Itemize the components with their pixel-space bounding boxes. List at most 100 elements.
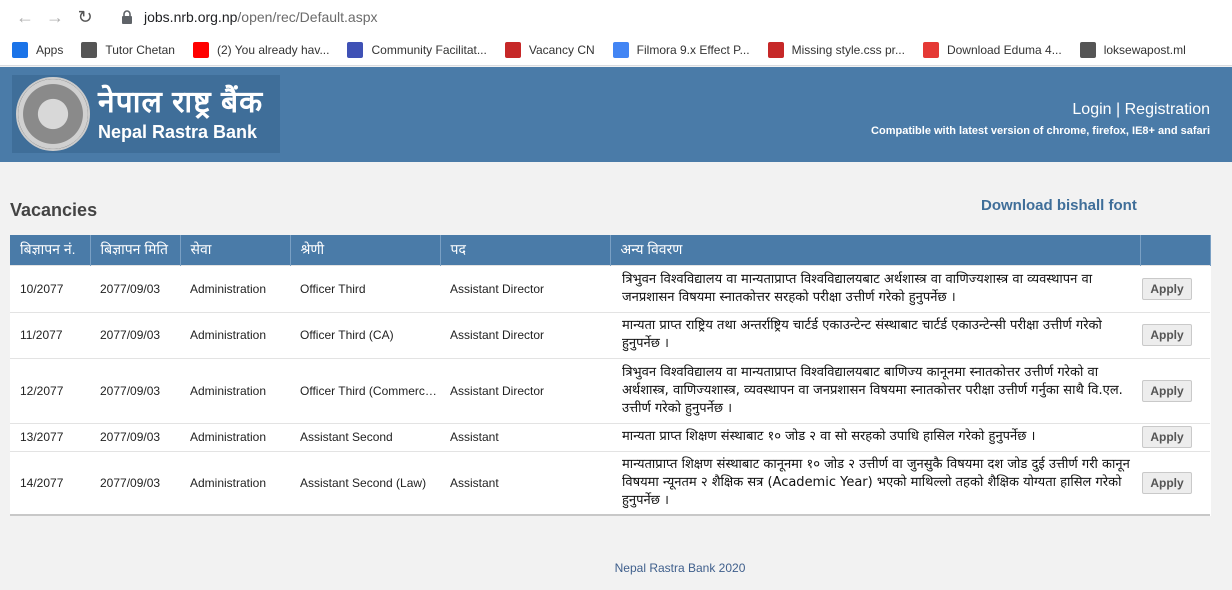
bookmark-label: Download Eduma 4... [946,42,1062,57]
shield-icon [347,41,364,58]
cell-details: मान्यता प्राप्त शिक्षण संस्थाबाट १० जोड … [610,422,1140,451]
cell-action: Apply [1140,450,1210,515]
cell-level: Assistant Second [290,422,440,451]
auth-links: Login | Registration [1072,101,1210,119]
bookmark-label: Apps [36,42,64,57]
cell-ad-date: 2077/09/03 [90,450,180,515]
bookmark-page-icon [81,41,98,58]
bookmark-item[interactable]: Download Eduma 4... [922,41,1062,58]
cell-ad-no: 11/2077 [10,311,90,358]
col-header-service: सेवा [180,235,291,265]
registration-link[interactable]: Registration [1125,101,1210,118]
bookmark-label: Filmora 9.x Effect P... [636,42,750,57]
cell-service: Administration [180,357,290,423]
cell-service: Administration [180,264,290,312]
cell-ad-date: 2077/09/03 [90,264,180,312]
cell-level: Officer Third [290,264,440,312]
vacancies-table: बिज्ञापन नं. बिज्ञापन मिति सेवा श्रेणी प… [10,235,1211,516]
table-header-row: बिज्ञापन नं. बिज्ञापन मिति सेवा श्रेणी प… [10,235,1211,265]
bookmark-label: Vacancy CN [528,42,595,57]
col-header-post: पद [440,235,611,265]
apply-button[interactable]: Apply [1142,471,1192,494]
bookmark-item[interactable]: Vacancy CN [504,41,595,58]
url-host: jobs.nrb.org.np [144,9,238,25]
globe-icon [1079,41,1096,58]
cell-post: Assistant [440,422,610,451]
bookmark-item[interactable]: Tutor Chetan [81,41,175,58]
bookmark-item[interactable]: loksewapost.ml [1079,41,1186,58]
col-header-action [1140,235,1211,265]
apply-button[interactable]: Apply [1142,379,1192,402]
url-field[interactable]: jobs.nrb.org.np/open/rec/Default.aspx [118,8,378,26]
table-row: 10/2077 2077/09/03 Administration Office… [10,264,1210,312]
site-header: नेपाल राष्ट्र बैंक Nepal Rastra Bank Log… [0,67,1232,162]
link-separator: | [1116,101,1121,118]
bookmark-label: (2) You already hav... [216,42,330,57]
cell-ad-no: 12/2077 [10,357,90,423]
table-row: 12/2077 2077/09/03 Administration Office… [10,357,1210,423]
cell-details: मान्यताप्राप्त शिक्षण संस्थाबाट कानूनमा … [610,450,1140,515]
page-title: Vacancies [10,200,98,220]
compatibility-note: Compatible with latest version of chrome… [871,125,1210,137]
bookmark-item[interactable]: Apps [12,41,64,58]
cell-ad-no: 13/2077 [10,422,90,451]
reload-icon[interactable]: ↻ [70,2,100,32]
apps-grid-icon [12,41,28,58]
cell-action: Apply [1140,357,1210,423]
cell-ad-date: 2077/09/03 [90,422,180,451]
cell-post: Assistant Director [440,264,610,312]
bookmark-label: Tutor Chetan [105,42,175,57]
bookmark-item[interactable]: Missing style.css pr... [767,41,905,58]
cell-action: Apply [1140,311,1210,358]
apply-button[interactable]: Apply [1142,277,1192,300]
cell-service: Administration [180,311,290,358]
cell-details: त्रिभुवन विश्वविद्यालय वा मान्यताप्राप्त… [610,357,1140,423]
cell-level: Assistant Second (Law) [290,450,440,515]
cell-action: Apply [1140,422,1210,451]
bookmark-label: loksewapost.ml [1103,42,1186,57]
col-header-ad-date: बिज्ञापन मिति [90,235,181,265]
logo-nepali: नेपाल राष्ट्र बैंक [98,86,264,119]
google-icon [612,41,629,58]
site-logo[interactable]: नेपाल राष्ट्र बैंक Nepal Rastra Bank [12,75,280,153]
apply-button[interactable]: Apply [1142,324,1192,346]
download-font-link[interactable]: Download bishall font [981,197,1137,214]
cell-service: Administration [180,422,290,451]
cell-level: Officer Third (CA) [290,311,440,358]
forward-arrow-icon[interactable]: → [40,2,70,32]
cell-details: मान्यता प्राप्त राष्ट्रिय तथा अन्तर्राष्… [610,311,1140,358]
cell-ad-date: 2077/09/03 [90,357,180,423]
cell-ad-no: 10/2077 [10,264,90,312]
logo-text: नेपाल राष्ट्र बैंक Nepal Rastra Bank [98,85,263,143]
col-header-details: अन्य विवरण [610,235,1141,265]
search-globe-icon [504,41,521,58]
logo-english: Nepal Rastra Bank [98,122,258,142]
nrb-seal-icon [16,77,90,151]
bookmark-item[interactable]: Filmora 9.x Effect P... [612,41,750,58]
col-header-ad-no: बिज्ञापन नं. [10,235,91,265]
table-row: 14/2077 2077/09/03 Administration Assist… [10,450,1210,515]
cell-post: Assistant [440,450,610,515]
table-row: 11/2077 2077/09/03 Administration Office… [10,311,1210,358]
url-path: /open/rec/Default.aspx [237,9,378,25]
cell-post: Assistant Director [440,311,610,358]
back-arrow-icon[interactable]: ← [10,2,40,32]
col-header-level: श्रेणी [290,235,441,265]
browser-address-bar: ← → ↻ jobs.nrb.org.np/open/rec/Default.a… [0,0,1232,34]
cell-ad-no: 14/2077 [10,450,90,515]
footer-copyright: Nepal Rastra Bank 2020 [614,561,746,575]
bookmark-item[interactable]: (2) You already hav... [192,41,330,58]
g-square-icon [922,41,939,58]
table-row: 13/2077 2077/09/03 Administration Assist… [10,422,1210,451]
cell-ad-date: 2077/09/03 [90,311,180,358]
cell-service: Administration [180,450,290,515]
login-link[interactable]: Login [1072,101,1111,118]
youtube-icon [192,41,209,58]
bookmark-item[interactable]: Community Facilitat... [347,41,487,58]
bookmark-label: Community Facilitat... [371,42,487,57]
cell-details: त्रिभुवन विश्वविद्यालय वा मान्यताप्राप्त… [610,264,1140,312]
bookmarks-bar: Apps Tutor Chetan (2) You already hav... Co… [0,34,1232,66]
cell-post: Assistant Director [440,357,610,423]
cell-action: Apply [1140,264,1210,312]
apply-button[interactable]: Apply [1142,426,1192,448]
